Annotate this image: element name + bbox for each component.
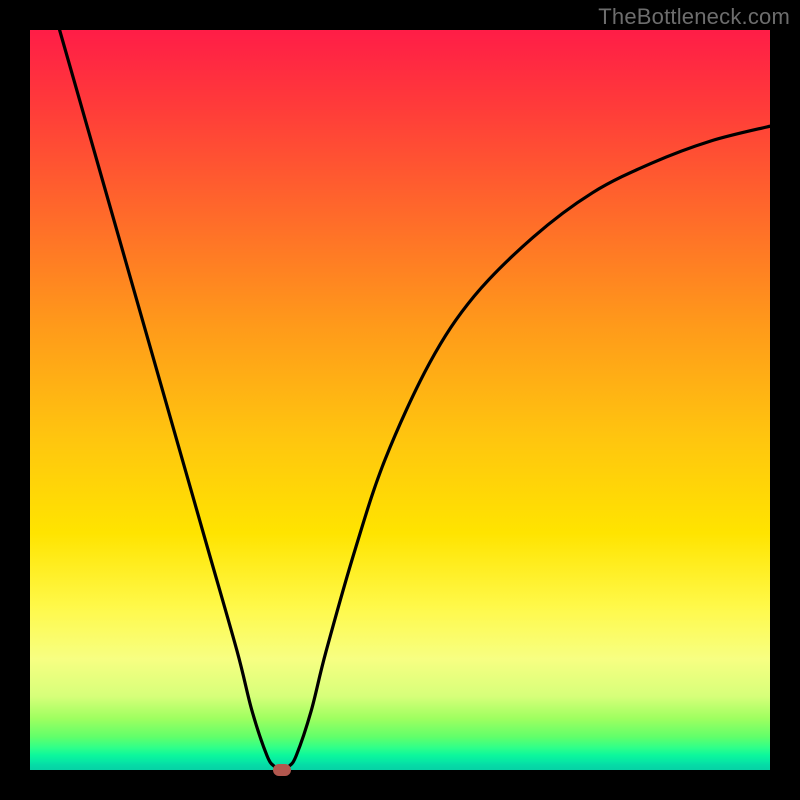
chart-frame: TheBottleneck.com <box>0 0 800 800</box>
bottleneck-curve <box>30 30 770 770</box>
plot-area <box>30 30 770 770</box>
watermark-text: TheBottleneck.com <box>598 4 790 30</box>
minimum-marker <box>273 764 291 776</box>
